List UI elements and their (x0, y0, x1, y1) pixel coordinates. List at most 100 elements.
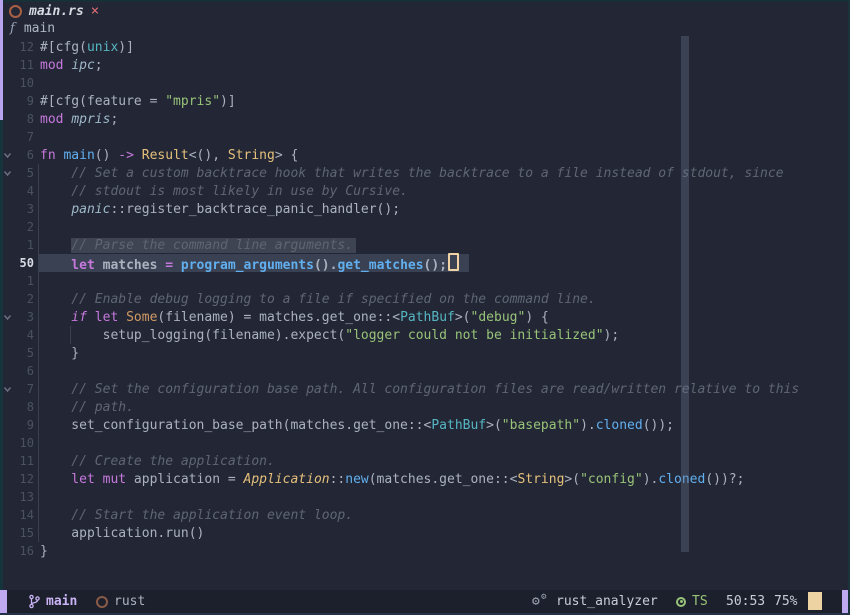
code-text: panic::register_backtrace_panic_handler(… (40, 202, 400, 217)
code-line[interactable]: 11 mod ipc; (0, 56, 850, 74)
code-line[interactable]: 1 // Parse the command line arguments. (0, 236, 850, 254)
code-line[interactable]: 6 fn main() -> Result<(), String> { (0, 146, 850, 164)
code-text: } (40, 544, 48, 559)
code-line[interactable]: 12 #[cfg(unix)] (0, 38, 850, 56)
code-text: } (40, 346, 79, 361)
line-number: 5 (14, 166, 34, 180)
code-text: mod ipc; (40, 58, 103, 73)
code-line[interactable]: 9 set_configuration_base_path(matches.ge… (0, 416, 850, 434)
circle-dot-icon (676, 597, 686, 607)
scroll-percentage: 75% (774, 590, 797, 613)
function-symbol-icon: f (10, 21, 15, 36)
code-line[interactable]: 15 application.run() (0, 524, 850, 542)
scrollbar-thumb[interactable] (681, 36, 689, 552)
code-text: // Start the application event loop. (40, 508, 353, 523)
close-icon[interactable]: × (91, 6, 99, 16)
code-line[interactable]: 7 // Set the configuration base path. Al… (0, 380, 850, 398)
language-indicator[interactable]: rust (96, 590, 145, 613)
code-line[interactable]: 10 (0, 434, 850, 452)
code-line[interactable]: 11 // Create the application. (0, 452, 850, 470)
code-line[interactable]: 7 (0, 128, 850, 146)
code-line-current[interactable]: 50 let matches = program_arguments().get… (0, 254, 850, 272)
treesitter-label: TS (692, 594, 708, 609)
line-number: 6 (14, 148, 34, 162)
code-text: // Enable debug logging to a file if spe… (40, 292, 596, 307)
code-text: let matches = program_arguments().get_ma… (40, 253, 459, 273)
line-number: 9 (14, 94, 34, 108)
mode-indicator-block (808, 592, 822, 610)
code-line[interactable]: 12 let mut application = Application::ne… (0, 470, 850, 488)
code-text: set_configuration_base_path(matches.get_… (40, 418, 674, 433)
code-editor[interactable]: 12#[cfg(unix)]11mod ipc;109#[cfg(feature… (0, 38, 850, 560)
line-number: 3 (14, 310, 34, 324)
branch-name: main (46, 594, 77, 609)
code-text: application.run() (40, 526, 204, 541)
status-bar: main rust ⚙ ⚙ rust_analyzer TS 50:53 75% (0, 590, 850, 613)
line-number: 12 (14, 40, 34, 54)
code-line[interactable]: 1 (0, 272, 850, 290)
treesitter-indicator[interactable]: TS (676, 590, 708, 613)
code-line[interactable]: 3 panic::register_backtrace_panic_handle… (0, 200, 850, 218)
gears-icon: ⚙ ⚙ (532, 594, 550, 610)
line-number: 8 (14, 112, 34, 126)
tab-bar: main.rs × (3, 2, 848, 20)
line-number: 50 (14, 256, 34, 270)
code-line[interactable]: 8 mod mpris; (0, 110, 850, 128)
fold-chevron-icon[interactable] (3, 151, 12, 160)
rust-logo-icon (9, 5, 22, 18)
code-line[interactable]: 2 (0, 218, 850, 236)
window-border-top (0, 0, 850, 2)
breadcrumb-symbol-name[interactable]: main (24, 21, 55, 36)
code-line[interactable]: 4 // stdout is most likely in use by Cur… (0, 182, 850, 200)
line-number: 11 (14, 58, 34, 72)
line-number: 4 (14, 184, 34, 198)
fold-chevron-icon[interactable] (3, 313, 12, 322)
code-text: mod mpris; (40, 112, 118, 127)
tab-title[interactable]: main.rs (29, 4, 84, 19)
line-number: 4 (14, 328, 34, 342)
breadcrumb: f main (3, 20, 55, 37)
window-border-left-accent (0, 0, 3, 120)
code-line[interactable]: 2 // Enable debug logging to a file if s… (0, 290, 850, 308)
lsp-server-name: rust_analyzer (556, 594, 658, 609)
code-line[interactable]: 3 if let Some(filename) = matches.get_on… (0, 308, 850, 326)
code-line[interactable]: 6 (0, 362, 850, 380)
language-name: rust (114, 594, 145, 609)
code-line[interactable]: 13 (0, 488, 850, 506)
code-text: let mut application = Application::new(m… (40, 472, 744, 487)
code-line[interactable]: 8 // path. (0, 398, 850, 416)
code-text: fn main() -> Result<(), String> { (40, 148, 298, 163)
code-text: #[cfg(feature = "mpris")] (40, 94, 236, 109)
lsp-indicator[interactable]: ⚙ ⚙ rust_analyzer (532, 590, 658, 613)
code-line[interactable]: 10 (0, 74, 850, 92)
fold-chevron-icon[interactable] (3, 169, 12, 178)
line-number: 1 (14, 238, 34, 252)
line-number: 10 (14, 436, 34, 450)
line-number: 11 (14, 454, 34, 468)
tab-main-rs[interactable]: main.rs × (3, 2, 848, 20)
line-number: 8 (14, 400, 34, 414)
code-line[interactable]: 9 #[cfg(feature = "mpris")] (0, 92, 850, 110)
code-text: setup_logging(filename).expect("logger c… (40, 328, 619, 343)
line-number: 7 (14, 382, 34, 396)
window-border-left (0, 120, 3, 590)
code-line[interactable]: 14 // Start the application event loop. (0, 506, 850, 524)
cursor-position: 50:53 (726, 590, 765, 613)
line-number: 1 (14, 274, 34, 288)
text-cursor (448, 253, 459, 271)
git-branch-icon (28, 594, 40, 609)
line-number: 6 (14, 364, 34, 378)
code-line[interactable]: 16} (0, 542, 850, 560)
code-line[interactable]: 5 // Set a custom backtrace hook that wr… (0, 164, 850, 182)
line-number: 3 (14, 202, 34, 216)
code-text: // Set a custom backtrace hook that writ… (40, 166, 784, 181)
statusbar-left-accent (0, 590, 7, 613)
line-number: 9 (14, 418, 34, 432)
line-number: 2 (14, 292, 34, 306)
code-line[interactable]: 5 } (0, 344, 850, 362)
line-number: 5 (14, 346, 34, 360)
code-text: #[cfg(unix)] (40, 40, 134, 55)
code-line[interactable]: 4 setup_logging(filename).expect("logger… (0, 326, 850, 344)
git-branch-indicator[interactable]: main (28, 590, 77, 613)
fold-chevron-icon[interactable] (3, 385, 12, 394)
